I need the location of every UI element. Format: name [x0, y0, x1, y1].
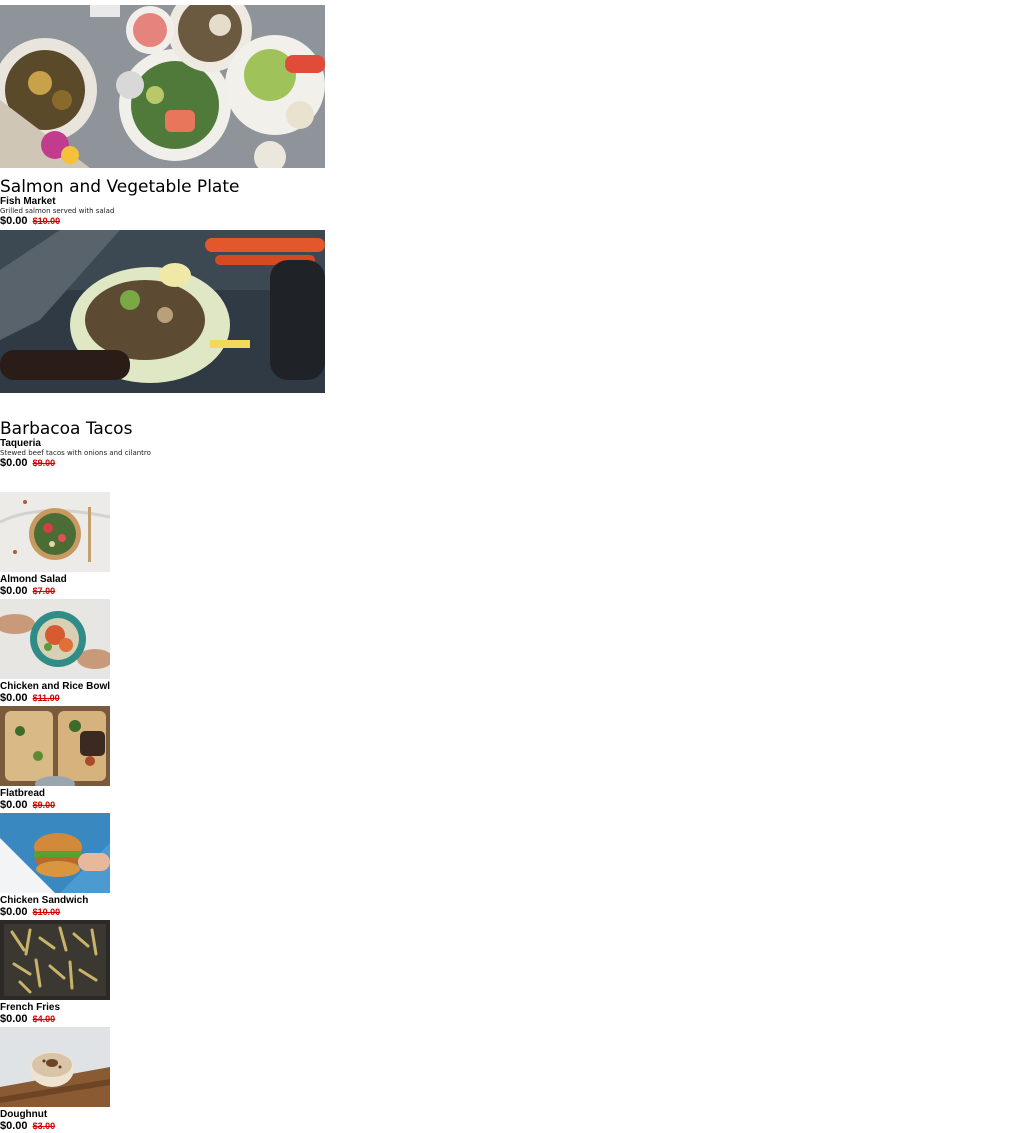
item-name[interactable]: Chicken and Rice Bowl [0, 681, 120, 692]
price-row: $0.00 $9.00 [0, 799, 120, 811]
flatbread-photo[interactable] [0, 706, 110, 786]
original-price: $10.00 [32, 907, 61, 917]
item-name[interactable]: Flatbread [0, 788, 120, 799]
original-price: $11.00 [32, 693, 60, 703]
original-price: $9.00 [32, 458, 56, 468]
featured-description: Stewed beef tacos with onions and cilant… [0, 449, 151, 457]
price-row: $0.00 $11.00 [0, 692, 120, 704]
price-row: $0.00 $4.00 [0, 1013, 120, 1025]
menu-item-almond-salad[interactable]: Almond Salad $0.00 $7.00 [0, 492, 120, 597]
item-name[interactable]: Chicken Sandwich [0, 895, 120, 906]
original-price: $10.00 [32, 216, 61, 226]
price-row: $0.00 $3.00 [0, 1120, 120, 1132]
item-name[interactable]: Doughnut [0, 1109, 120, 1120]
current-price: $0.00 [0, 1120, 28, 1132]
featured-description: Grilled salmon served with salad [0, 207, 115, 215]
barbacoa-tacos-photo[interactable] [0, 230, 325, 393]
current-price: $0.00 [0, 457, 28, 469]
featured-vendor: Fish Market [0, 196, 56, 207]
doughnut-photo[interactable] [0, 1027, 110, 1107]
price-row: $0.00 $9.00 [0, 457, 326, 469]
original-price: $4.00 [32, 1014, 56, 1024]
featured-card-tacos[interactable]: Barbacoa Tacos Taqueria Stewed beef taco… [0, 230, 326, 469]
item-name[interactable]: Almond Salad [0, 574, 120, 585]
current-price: $0.00 [0, 585, 28, 597]
item-name[interactable]: French Fries [0, 1002, 120, 1013]
featured-card-salmon[interactable]: Salmon and Vegetable Plate Fish Market G… [0, 5, 326, 227]
original-price: $3.00 [32, 1121, 56, 1131]
french-fries-photo[interactable] [0, 920, 110, 1000]
current-price: $0.00 [0, 692, 28, 704]
current-price: $0.00 [0, 215, 28, 227]
featured-title[interactable]: Barbacoa Tacos [0, 420, 326, 439]
menu-item-flatbread[interactable]: Flatbread $0.00 $9.00 [0, 706, 120, 811]
featured-vendor: Taqueria [0, 438, 41, 449]
current-price: $0.00 [0, 799, 28, 811]
price-row: $0.00 $7.00 [0, 585, 120, 597]
price-row: $0.00 $10.00 [0, 906, 120, 918]
menu-item-chicken-rice-bowl[interactable]: Chicken and Rice Bowl $0.00 $11.00 [0, 599, 120, 704]
featured-title[interactable]: Salmon and Vegetable Plate [0, 178, 326, 197]
current-price: $0.00 [0, 1013, 28, 1025]
chicken-rice-bowl-photo[interactable] [0, 599, 110, 679]
menu-item-chicken-sandwich[interactable]: Chicken Sandwich $0.00 $10.00 [0, 813, 120, 918]
current-price: $0.00 [0, 906, 28, 918]
almond-salad-photo[interactable] [0, 492, 110, 572]
original-price: $7.00 [32, 586, 56, 596]
price-row: $0.00 $10.00 [0, 215, 326, 227]
salmon-plate-photo[interactable] [0, 5, 325, 168]
original-price: $9.00 [32, 800, 56, 810]
menu-item-doughnut[interactable]: Doughnut $0.00 $3.00 [0, 1027, 120, 1132]
menu-item-french-fries[interactable]: French Fries $0.00 $4.00 [0, 920, 120, 1025]
chicken-sandwich-photo[interactable] [0, 813, 110, 893]
